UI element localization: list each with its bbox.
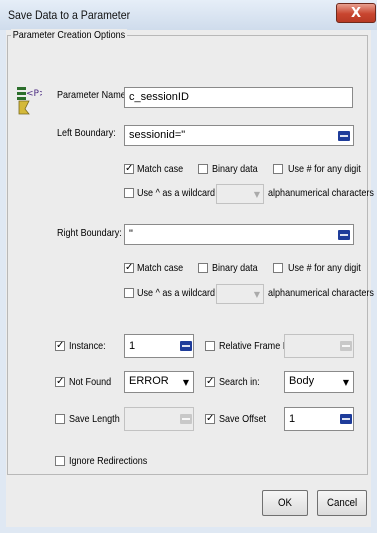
parameter-name-input[interactable]: c_sessionID bbox=[124, 87, 353, 108]
left-use-hash-checkbox[interactable] bbox=[273, 164, 283, 174]
right-match-case-checkbox[interactable]: ✓ bbox=[124, 263, 134, 273]
right-use-hash-checkbox[interactable] bbox=[273, 263, 283, 273]
not-found-checkbox[interactable]: ✓ bbox=[55, 377, 65, 387]
right-match-case-label: Match case bbox=[137, 262, 184, 274]
dialog-window: Save Data to a Parameter X Parameter Cre… bbox=[0, 0, 377, 533]
save-length-label: Save Length bbox=[69, 413, 120, 425]
group-legend: Parameter Creation Options bbox=[11, 29, 127, 41]
close-icon: X bbox=[350, 5, 362, 21]
search-in-label: Search in: bbox=[219, 376, 260, 388]
abc-dictionary-icon bbox=[180, 414, 192, 424]
abc-dictionary-icon[interactable] bbox=[338, 131, 350, 141]
left-boundary-label: Left Boundary: bbox=[57, 127, 116, 139]
left-match-case-checkbox[interactable]: ✓ bbox=[124, 164, 134, 174]
search-in-checkbox[interactable]: ✓ bbox=[205, 377, 215, 387]
dialog-title: Save Data to a Parameter bbox=[8, 8, 131, 22]
left-wildcard-suffix: alphanumerical characters bbox=[268, 187, 374, 199]
save-offset-label: Save Offset bbox=[219, 413, 267, 425]
abc-dictionary-icon[interactable] bbox=[340, 414, 352, 424]
left-boundary-input[interactable]: sessionid=" bbox=[124, 125, 354, 146]
right-boundary-label: Right Boundary: bbox=[57, 227, 122, 239]
search-in-dropdown-icon: ▼ bbox=[342, 377, 350, 387]
left-match-case-label: Match case bbox=[137, 163, 184, 175]
ignore-redirections-label: Ignore Redirections bbox=[69, 455, 148, 467]
left-binary-data-label: Binary data bbox=[212, 163, 258, 175]
instance-label: Instance: bbox=[69, 340, 106, 352]
left-wildcard-label: Use ^ as a wildcard for bbox=[137, 187, 229, 199]
right-wildcard-dropdown-icon: ▼ bbox=[253, 289, 261, 299]
save-offset-checkbox[interactable]: ✓ bbox=[205, 414, 215, 424]
abc-dictionary-icon[interactable] bbox=[338, 230, 350, 240]
right-wildcard-label: Use ^ as a wildcard for bbox=[137, 287, 229, 299]
not-found-label: Not Found bbox=[69, 376, 112, 388]
cancel-button-label: Cancel bbox=[326, 497, 358, 509]
cancel-button[interactable]: Cancel bbox=[317, 490, 367, 516]
instance-checkbox[interactable]: ✓ bbox=[55, 341, 65, 351]
relative-frame-checkbox[interactable] bbox=[205, 341, 215, 351]
right-binary-data-checkbox[interactable] bbox=[198, 263, 208, 273]
title-bar: Save Data to a Parameter X bbox=[0, 0, 377, 30]
right-wildcard-checkbox[interactable] bbox=[124, 288, 134, 298]
relative-frame-label: Relative Frame ID: bbox=[219, 340, 295, 352]
left-wildcard-checkbox[interactable] bbox=[124, 188, 134, 198]
abc-dictionary-icon[interactable] bbox=[180, 341, 192, 351]
left-use-hash-label: Use # for any digit bbox=[288, 163, 361, 175]
parameter-name-label: Parameter Name: bbox=[57, 89, 129, 101]
parameter-icon: <P> bbox=[17, 87, 42, 115]
save-length-checkbox[interactable] bbox=[55, 414, 65, 424]
left-binary-data-checkbox[interactable] bbox=[198, 164, 208, 174]
not-found-dropdown-icon: ▼ bbox=[182, 377, 190, 387]
ok-button-label: OK bbox=[278, 497, 292, 509]
close-button[interactable]: X bbox=[336, 3, 376, 23]
left-wildcard-dropdown-icon: ▼ bbox=[253, 189, 261, 199]
right-binary-data-label: Binary data bbox=[212, 262, 258, 274]
right-use-hash-label: Use # for any digit bbox=[288, 262, 361, 274]
right-wildcard-suffix: alphanumerical characters bbox=[268, 287, 374, 299]
right-boundary-input[interactable]: " bbox=[124, 224, 354, 245]
svg-text:<P>: <P> bbox=[26, 89, 42, 99]
ok-button[interactable]: OK bbox=[262, 490, 308, 516]
ignore-redirections-checkbox[interactable] bbox=[55, 456, 65, 466]
abc-dictionary-icon bbox=[340, 341, 352, 351]
